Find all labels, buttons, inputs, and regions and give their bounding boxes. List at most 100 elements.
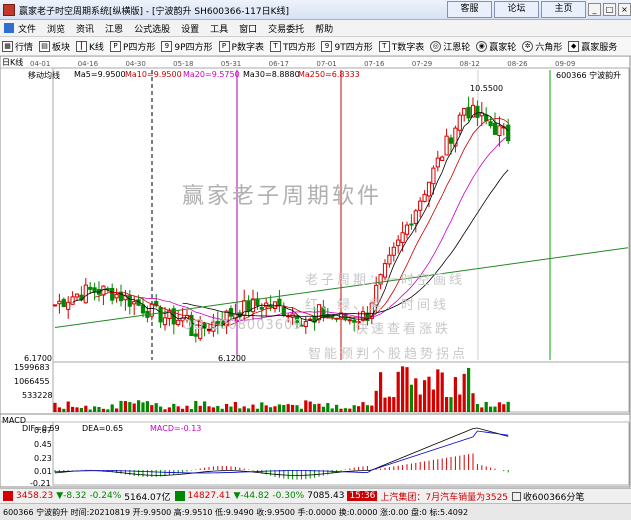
volume-bar bbox=[480, 407, 484, 412]
grid-icon: ▦ bbox=[2, 40, 13, 52]
tool-9p-square[interactable]: 9 9P四方形 bbox=[161, 40, 213, 53]
volume-bar bbox=[343, 408, 347, 412]
tool-9t-square[interactable]: 9 9T四方形 bbox=[321, 40, 373, 53]
promo-line-4: 快速查看涨跌 bbox=[355, 322, 452, 337]
tool-p-square[interactable]: P P四方形 bbox=[109, 40, 155, 53]
macd-axis-4: 0.01 bbox=[34, 467, 52, 476]
menu-tools[interactable]: 工具 bbox=[210, 22, 228, 35]
sh-index-pct: -0.24% bbox=[89, 491, 122, 501]
tool-winner-wheel[interactable]: ◉ 赢家轮 bbox=[476, 40, 516, 53]
menu-help[interactable]: 帮助 bbox=[315, 22, 333, 35]
menu-news[interactable]: 资讯 bbox=[76, 22, 94, 35]
tool-p-number-table[interactable]: P P数字表 bbox=[218, 40, 264, 53]
news-ticker[interactable]: 上汽集团：7月汽车销量为3525 bbox=[380, 490, 508, 503]
volume-bar bbox=[71, 406, 75, 412]
volume-bar bbox=[445, 396, 449, 412]
candle-body bbox=[264, 302, 269, 308]
date-tick: 06-17 bbox=[268, 60, 289, 68]
menu-formula-picker[interactable]: 公式选股 bbox=[134, 22, 170, 35]
candle-body bbox=[457, 114, 462, 131]
ma250-label: Ma250=6.8333 bbox=[298, 70, 360, 79]
macd-axis-1: 0.67 bbox=[34, 426, 52, 435]
minimize-icon[interactable]: _ bbox=[588, 3, 601, 16]
volume-bar bbox=[471, 393, 475, 412]
sh-index-change: ▼-8.32 bbox=[56, 491, 87, 501]
customer-service-button[interactable]: 客服 bbox=[447, 1, 492, 18]
gann-wheel-icon: ◎ bbox=[430, 40, 442, 52]
menu-file[interactable]: 文件 bbox=[18, 22, 36, 35]
candle-body bbox=[404, 224, 410, 235]
high-price-label: 10.5500 bbox=[470, 84, 504, 93]
date-tick: 08-26 bbox=[507, 60, 528, 68]
volume-bar bbox=[189, 409, 193, 412]
volume-bar bbox=[436, 369, 440, 412]
menu-trade[interactable]: 交易委托 bbox=[268, 22, 304, 35]
volume-bar bbox=[88, 409, 92, 412]
date-tick: 05-18 bbox=[173, 60, 194, 68]
maximize-icon[interactable]: □ bbox=[603, 3, 616, 16]
volume-bar bbox=[493, 406, 497, 412]
candle-body bbox=[70, 296, 75, 305]
tool-winner-service[interactable]: ◆ 赢家服务 bbox=[568, 40, 617, 53]
menu-window[interactable]: 窗口 bbox=[239, 22, 257, 35]
menu-logo-icon bbox=[4, 23, 14, 33]
index-status-bar: 3458.23 ▼-8.32 -0.24% 5164.07亿 14827.41 … bbox=[0, 488, 631, 503]
chart-area[interactable]: 日K线 600366 宁波韵升 移动均线 Ma5=9.9500 Ma10=9.9… bbox=[0, 55, 631, 488]
tool-sectors[interactable]: ▤ 板块 bbox=[39, 40, 70, 53]
macd-value: MACD=-0.13 bbox=[150, 424, 202, 433]
candle-body bbox=[462, 107, 467, 116]
menu-settings[interactable]: 设置 bbox=[181, 22, 199, 35]
volume-bar bbox=[251, 404, 255, 412]
tool-hexagon[interactable]: ✲ 六角形 bbox=[522, 40, 562, 53]
candle-body bbox=[391, 246, 396, 256]
tool-gann-wheel[interactable]: ◎ 江恩轮 bbox=[430, 40, 470, 53]
volume-bar bbox=[286, 404, 290, 412]
candle-body bbox=[162, 317, 168, 326]
candle-body bbox=[52, 304, 58, 307]
volume-bar bbox=[313, 404, 317, 412]
homepage-button[interactable]: 主页 bbox=[541, 1, 586, 18]
volume-bar bbox=[269, 407, 273, 412]
volume-bar bbox=[365, 405, 369, 412]
candle-body bbox=[400, 232, 405, 243]
candle-body bbox=[158, 307, 163, 323]
candle-body bbox=[101, 285, 106, 296]
volume-bar bbox=[489, 406, 493, 412]
volume-bar bbox=[352, 405, 356, 412]
tool-quotes[interactable]: ▦ 行情 bbox=[2, 40, 33, 53]
candle-body bbox=[448, 137, 454, 144]
candle-body bbox=[418, 200, 423, 211]
stock-code-name: 600366 宁波韵升 bbox=[556, 71, 622, 80]
volume-bar bbox=[101, 408, 105, 412]
tool-kline[interactable]: ┃ K线 bbox=[76, 40, 104, 53]
candle-body bbox=[228, 308, 234, 317]
menu-browse[interactable]: 浏览 bbox=[47, 22, 65, 35]
date-tick: 04-01 bbox=[30, 60, 51, 68]
volume-bar bbox=[225, 403, 229, 412]
p-table-icon: P bbox=[218, 40, 230, 52]
date-tick: 07-16 bbox=[364, 60, 385, 68]
volume-bar bbox=[84, 405, 88, 412]
ticks-button[interactable]: 收600366分笔 bbox=[523, 490, 584, 503]
tool-t-number-table[interactable]: T T数字表 bbox=[378, 40, 424, 53]
volume-bar bbox=[506, 401, 510, 412]
candle-body bbox=[422, 193, 427, 202]
candle-body bbox=[105, 288, 110, 291]
volume-axis-mid: 1066455 bbox=[14, 377, 50, 386]
app-logo-icon bbox=[3, 4, 15, 16]
close-icon[interactable]: × bbox=[618, 3, 631, 16]
volume-bar bbox=[75, 407, 79, 412]
volume-bar bbox=[181, 408, 185, 412]
menu-gann[interactable]: 江恩 bbox=[105, 22, 123, 35]
candlestick-icon: ┃ bbox=[76, 40, 88, 52]
volume-bar bbox=[502, 404, 506, 412]
volume-bar bbox=[273, 406, 277, 412]
volume-bar bbox=[427, 376, 431, 412]
volume-bar bbox=[321, 406, 325, 412]
volume-bar bbox=[62, 408, 66, 412]
sz-index-value: 14827.41 bbox=[187, 491, 231, 501]
sector-icon: ▤ bbox=[39, 40, 51, 52]
forum-button[interactable]: 论坛 bbox=[494, 1, 539, 18]
volume-bar bbox=[220, 408, 224, 412]
tool-t-square[interactable]: T T四方形 bbox=[269, 40, 315, 53]
